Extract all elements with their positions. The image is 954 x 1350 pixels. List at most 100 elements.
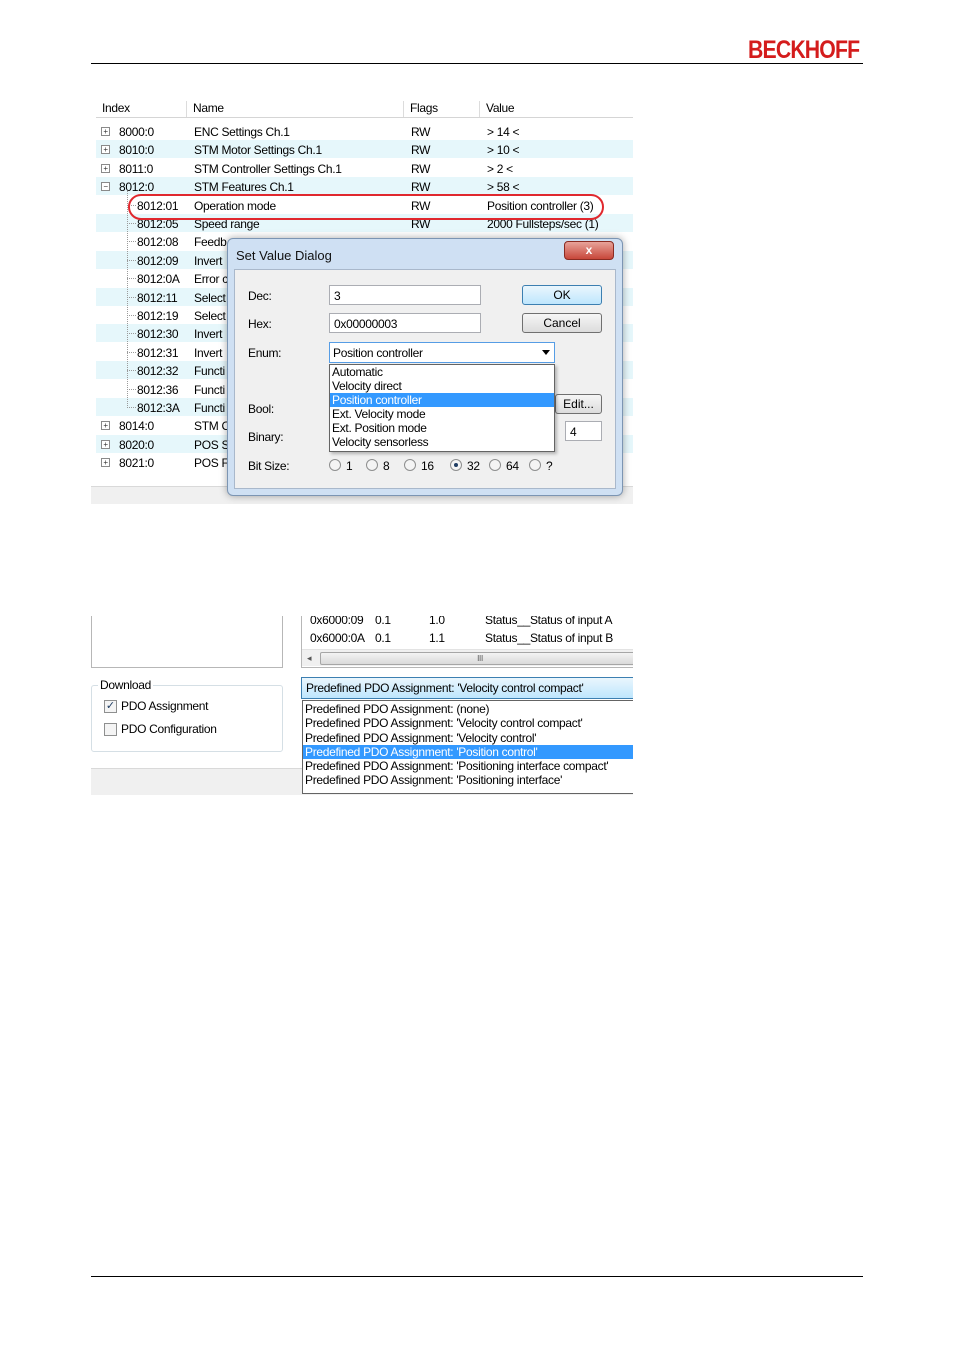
enum-option[interactable]: Velocity sensorless bbox=[330, 435, 554, 449]
hex-label: Hex: bbox=[248, 317, 272, 331]
cell-name: POS S bbox=[194, 437, 230, 452]
binary-size-field[interactable]: 4 bbox=[565, 421, 602, 441]
enum-option[interactable]: Position controller bbox=[330, 393, 554, 407]
close-button[interactable]: x bbox=[564, 241, 614, 260]
bitsize-radio[interactable] bbox=[529, 459, 541, 471]
cell-index: 8020:0 bbox=[119, 437, 154, 452]
cell-name: POS F bbox=[194, 456, 229, 471]
pdo-configuration-checkbox[interactable] bbox=[104, 723, 117, 736]
enum-label: Enum: bbox=[248, 346, 282, 360]
column-index[interactable]: Index bbox=[96, 101, 130, 117]
enum-option[interactable]: Velocity direct bbox=[330, 379, 554, 393]
bitsize-option-label: 32 bbox=[467, 459, 480, 473]
cell-name: Select bbox=[194, 309, 226, 323]
cell-flags: RW bbox=[411, 125, 431, 139]
pdo-option[interactable]: Predefined PDO Assignment: 'Position con… bbox=[303, 744, 633, 760]
download-group: Download ✓ PDO Assignment PDO Configurat… bbox=[91, 678, 283, 752]
bitsize-radio[interactable] bbox=[404, 459, 416, 471]
bitsize-label: Bit Size: bbox=[248, 459, 290, 473]
enum-option[interactable]: Ext. Velocity mode bbox=[330, 407, 554, 421]
bitsize-radio[interactable] bbox=[489, 459, 501, 471]
expand-icon[interactable]: + bbox=[101, 145, 110, 155]
cell-name: Invert bbox=[194, 253, 223, 268]
list-item[interactable]: 0x6000:09 0.1 1.0 Status__Status of inpu… bbox=[302, 616, 633, 629]
table-row[interactable]: +8011:0 STM Controller Settings Ch.1 RW > 2… bbox=[96, 159, 633, 177]
expand-icon[interactable]: + bbox=[101, 163, 110, 173]
expand-icon[interactable]: + bbox=[101, 458, 110, 468]
cell-flags: RW bbox=[411, 161, 431, 176]
cell-index: 8014:0 bbox=[119, 419, 154, 434]
footer-rule bbox=[91, 1276, 863, 1277]
row-index: 0x6000:09 bbox=[310, 616, 364, 627]
column-value[interactable]: Value bbox=[479, 101, 515, 117]
tree-connector bbox=[127, 370, 136, 372]
cell-name: Feedb bbox=[194, 235, 227, 250]
list-item[interactable]: 0x6000:0A 0.1 1.1 Status__Status of inpu… bbox=[302, 631, 633, 647]
cell-name: STM Motor Settings Ch.1 bbox=[194, 143, 322, 158]
cell-value: > 2 < bbox=[487, 161, 513, 176]
cell-name: ENC Settings Ch.1 bbox=[194, 125, 290, 139]
bitsize-radio[interactable] bbox=[450, 459, 462, 471]
cell-name: Functi bbox=[194, 364, 225, 379]
expand-icon[interactable]: + bbox=[101, 127, 110, 136]
column-flags[interactable]: Flags bbox=[403, 101, 438, 117]
dialog-title: Set Value Dialog bbox=[236, 248, 332, 263]
tree-connector bbox=[127, 407, 136, 408]
bitsize-radio[interactable] bbox=[329, 459, 341, 471]
header-rule bbox=[91, 63, 863, 64]
enum-option[interactable]: Automatic bbox=[330, 365, 554, 379]
pdo-option[interactable]: Predefined PDO Assignment: 'Positioning … bbox=[303, 773, 633, 787]
pdo-option[interactable]: Predefined PDO Assignment: 'Positioning … bbox=[303, 759, 633, 773]
pdo-option[interactable]: Predefined PDO Assignment: (none) bbox=[303, 702, 633, 716]
cell-name: STM Features Ch.1 bbox=[194, 180, 294, 195]
row-size: 0.1 bbox=[375, 631, 391, 645]
pdo-option[interactable]: Predefined PDO Assignment: 'Velocity con… bbox=[303, 731, 633, 745]
horizontal-scrollbar[interactable]: ◂ III bbox=[302, 649, 633, 666]
column-name[interactable]: Name bbox=[186, 101, 224, 117]
pdo-assignment-checkbox[interactable]: ✓ bbox=[104, 700, 117, 713]
cancel-button[interactable]: Cancel bbox=[522, 313, 602, 333]
enum-select-value: Position controller bbox=[333, 346, 423, 360]
cell-value: > 14 < bbox=[487, 125, 520, 139]
cell-index: 8012:19 bbox=[137, 309, 179, 323]
bitsize-radio[interactable] bbox=[366, 459, 378, 471]
cell-name: Functi bbox=[194, 401, 225, 415]
table-row[interactable]: +8010:0 STM Motor Settings Ch.1 RW > 10 < bbox=[96, 140, 633, 159]
row-name: Status__Status of input B bbox=[485, 631, 613, 645]
bitsize-option-label: 8 bbox=[383, 459, 390, 473]
edit-button[interactable]: Edit... bbox=[555, 394, 602, 414]
collapse-icon[interactable]: − bbox=[101, 182, 110, 192]
pdo-content-list: 0x6000:09 0.1 1.0 Status__Status of inpu… bbox=[301, 616, 633, 668]
row-offset: 1.1 bbox=[429, 631, 445, 645]
enum-select[interactable]: Position controller bbox=[329, 342, 555, 363]
expand-icon[interactable]: + bbox=[101, 439, 110, 449]
cell-index: 8012:11 bbox=[137, 290, 178, 305]
pdo-option[interactable]: Predefined PDO Assignment: 'Velocity con… bbox=[303, 716, 633, 730]
dec-input[interactable]: 3 bbox=[329, 285, 481, 305]
expand-icon[interactable]: + bbox=[101, 421, 110, 431]
tree-connector bbox=[127, 388, 136, 390]
ok-button[interactable]: OK bbox=[522, 285, 602, 305]
row-offset: 1.0 bbox=[429, 616, 445, 627]
chevron-down-icon bbox=[542, 350, 550, 355]
tree-connector bbox=[127, 241, 136, 243]
cell-index: 8012:08 bbox=[137, 235, 179, 250]
cell-value: > 58 < bbox=[487, 180, 520, 195]
bool-label: Bool: bbox=[248, 402, 274, 416]
dialog-body: Dec: 3 OK Hex: 0x00000003 Cancel Enum: P… bbox=[234, 269, 616, 489]
cell-index: 8012:36 bbox=[137, 382, 179, 397]
cell-flags: RW bbox=[411, 180, 431, 195]
enum-option[interactable]: Ext. Position mode bbox=[330, 421, 554, 435]
tree-header: Index Name Flags Value bbox=[96, 96, 633, 118]
cell-name: Error c bbox=[194, 272, 228, 287]
table-row[interactable]: +8000:0 ENC Settings Ch.1 RW > 14 < bbox=[96, 122, 633, 140]
hex-input[interactable]: 0x00000003 bbox=[329, 313, 481, 333]
scroll-left-icon[interactable]: ◂ bbox=[307, 653, 312, 664]
cell-index: 8012:0A bbox=[137, 272, 180, 287]
predefined-pdo-select[interactable]: Predefined PDO Assignment: 'Velocity con… bbox=[301, 677, 633, 699]
download-group-title: Download bbox=[98, 678, 153, 692]
table-row[interactable]: −8012:0 STM Features Ch.1 RW > 58 < bbox=[96, 177, 633, 196]
tree-connector bbox=[127, 259, 136, 261]
bitsize-option-label: 1 bbox=[346, 459, 353, 473]
scroll-thumb[interactable]: III bbox=[320, 652, 633, 665]
